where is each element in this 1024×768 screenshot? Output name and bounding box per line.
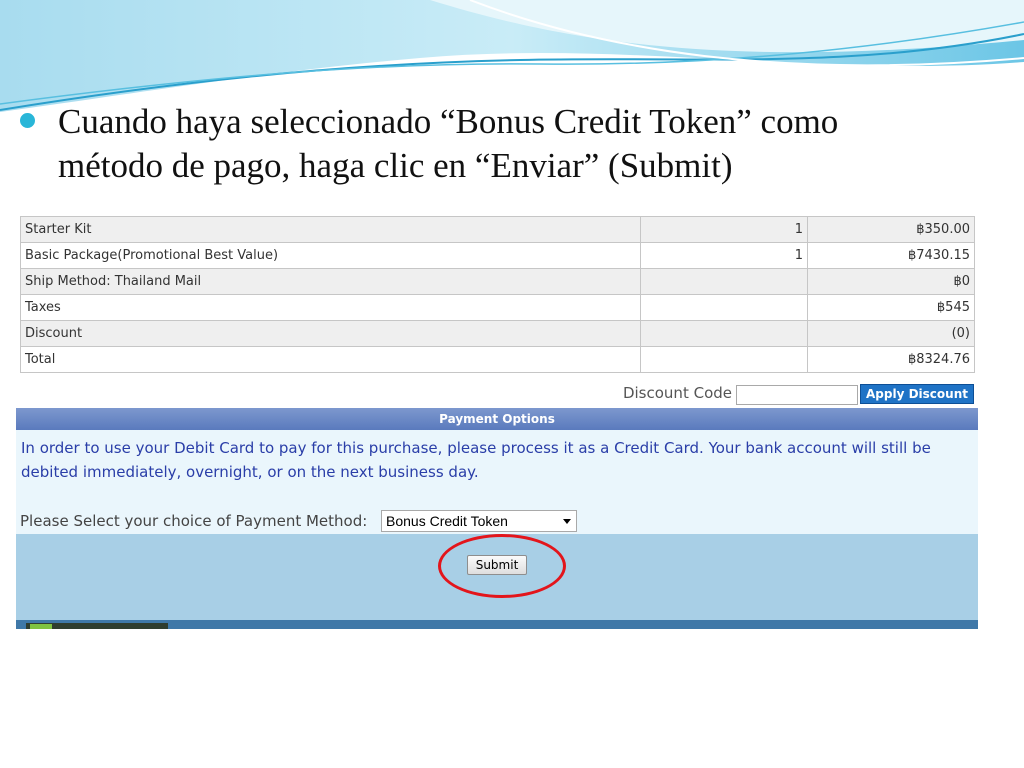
debit-card-note: In order to use your Debit Card to pay f… <box>21 439 931 481</box>
order-summary-table: Starter Kit 1 ฿350.00 Basic Package(Prom… <box>20 216 975 373</box>
item-cell: Taxes <box>20 294 641 321</box>
qty-cell <box>640 346 808 373</box>
discount-code-input[interactable] <box>736 385 858 405</box>
payment-method-selected-value: Bonus Credit Token <box>386 513 508 529</box>
qty-cell <box>640 268 808 295</box>
qty-cell <box>640 320 808 347</box>
apply-discount-button[interactable]: Apply Discount <box>860 384 974 404</box>
item-cell: Ship Method: Thailand Mail <box>20 268 641 295</box>
table-row: Ship Method: Thailand Mail ฿0 <box>20 268 975 295</box>
table-row: Total ฿8324.76 <box>20 346 975 373</box>
discount-code-label: Discount Code <box>622 384 732 402</box>
amount-cell: ฿350.00 <box>807 216 975 243</box>
table-row: Basic Package(Promotional Best Value) 1 … <box>20 242 975 269</box>
checkout-screenshot: Starter Kit 1 ฿350.00 Basic Package(Prom… <box>16 214 978 629</box>
slide-text-line-1: Cuando haya seleccionado “Bonus Credit T… <box>58 102 839 141</box>
item-cell: Discount <box>20 320 641 347</box>
table-row: Starter Kit 1 ฿350.00 <box>20 216 975 243</box>
payment-options-header: Payment Options <box>16 408 978 430</box>
qty-cell: 1 <box>640 216 808 243</box>
item-cell: Total <box>20 346 641 373</box>
table-row: Taxes ฿545 <box>20 294 975 321</box>
payment-method-select[interactable]: Bonus Credit Token <box>381 510 577 532</box>
footer-bar <box>16 620 978 629</box>
discount-row: Discount Code Apply Discount <box>16 381 978 407</box>
slide-text-line-2: método de pago, haga clic en “Enviar” (S… <box>58 146 733 185</box>
payment-method-label: Please Select your choice of Payment Met… <box>20 512 368 530</box>
item-cell: Basic Package(Promotional Best Value) <box>20 242 641 269</box>
qty-cell: 1 <box>640 242 808 269</box>
payment-options-panel: In order to use your Debit Card to pay f… <box>16 430 978 534</box>
qty-cell <box>640 294 808 321</box>
bullet-point-icon <box>20 113 35 128</box>
item-cell: Starter Kit <box>20 216 641 243</box>
footer-logo <box>26 623 168 629</box>
amount-cell: ฿545 <box>807 294 975 321</box>
submit-button[interactable]: Submit <box>467 555 527 575</box>
amount-cell: ฿7430.15 <box>807 242 975 269</box>
submit-area: Submit <box>16 534 978 620</box>
chevron-down-icon <box>563 519 571 524</box>
amount-cell: ฿8324.76 <box>807 346 975 373</box>
table-row: Discount (0) <box>20 320 975 347</box>
amount-cell: ฿0 <box>807 268 975 295</box>
amount-cell: (0) <box>807 320 975 347</box>
slide-instruction-text: Cuando haya seleccionado “Bonus Credit T… <box>58 100 958 188</box>
